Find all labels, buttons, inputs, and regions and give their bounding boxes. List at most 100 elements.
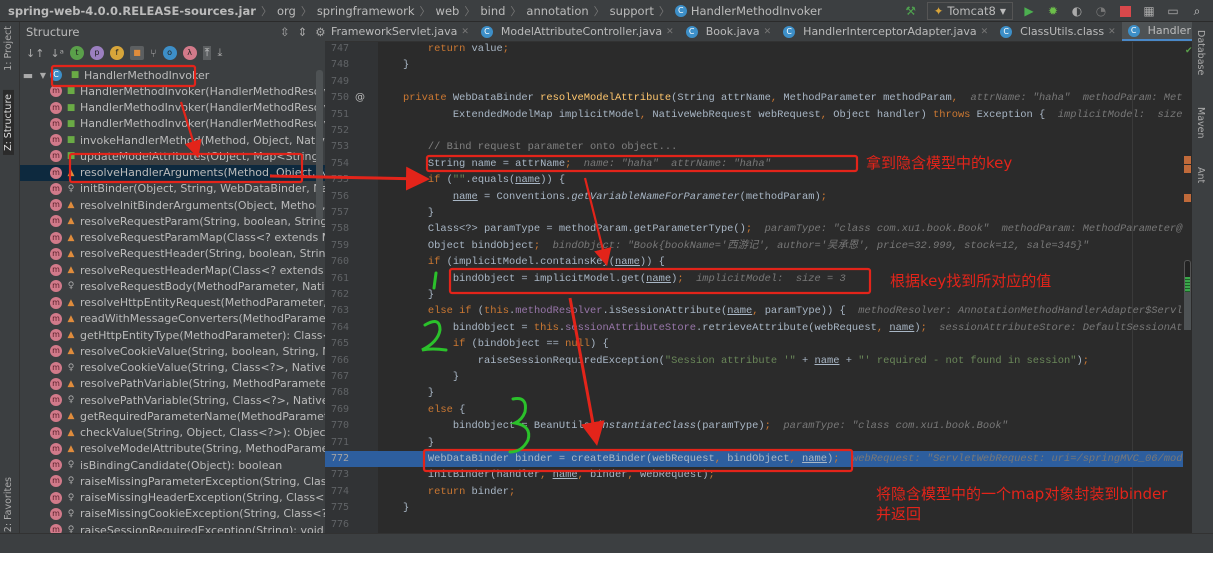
structure-tool-tab[interactable]: Z: Structure	[3, 90, 14, 155]
collapse-all-icon[interactable]: ⇕	[298, 25, 308, 39]
close-icon[interactable]: ✕	[764, 27, 772, 37]
editor-scrollbar[interactable]: ✔	[1183, 42, 1193, 533]
code-line[interactable]: }	[378, 287, 1183, 303]
show-non-public-icon[interactable]: ■	[129, 46, 144, 60]
code-line[interactable]: }	[378, 385, 1183, 401]
coverage-icon[interactable]: ◐	[1069, 3, 1085, 19]
structure-item[interactable]: m ▲ resolveCookieValue(String, boolean, St…	[20, 343, 325, 359]
show-lambda-icon[interactable]: λ	[182, 46, 197, 60]
structure-item[interactable]: m ▲ resolveInitBinderArguments(Object, Met…	[20, 197, 325, 213]
structure-item[interactable]: m ▲ resolveModelAttribute(String, MethodPa…	[20, 441, 325, 457]
code-line[interactable]: String name = attrName; name: "haha" att…	[378, 156, 1183, 172]
structure-item[interactable]: m ▲ resolveRequestHeader(String, boolean, …	[20, 246, 325, 262]
structure-item[interactable]: m ▲ getHttpEntityType(MethodParameter): Cl…	[20, 327, 325, 343]
editor-tab[interactable]: C HandlerInterceptorAdapter.java ✕	[777, 22, 994, 41]
autoscroll-from-source-icon[interactable]: ⤓	[217, 46, 222, 60]
debug-icon[interactable]: ✹	[1045, 3, 1061, 19]
structure-item[interactable]: m ■ HandlerMethodInvoker(HandlerMethodReso…	[20, 100, 325, 116]
code-line[interactable]: initBinder(handler, name, binder, webReq…	[378, 467, 1183, 483]
structure-item[interactable]: m ▲ checkValue(String, Object, Class<?>): …	[20, 425, 325, 441]
chevron-down-icon[interactable]: ▼	[36, 71, 50, 80]
layout-icon[interactable]: ▭	[1165, 3, 1181, 19]
code-line[interactable]: bindObject = implicitModel.get(name); im…	[378, 271, 1183, 287]
structure-item[interactable]: m ▲ resolvePathVariable(String, MethodPara…	[20, 376, 325, 392]
expand-all-icon[interactable]: ⇳	[280, 25, 290, 39]
breadcrumb-bind[interactable]: bind	[480, 4, 505, 18]
code-line[interactable]: name = Conventions.getVariableNameForPar…	[378, 189, 1183, 205]
breadcrumb-annotation[interactable]: annotation	[526, 4, 588, 18]
stop-icon[interactable]	[1117, 3, 1133, 19]
breadcrumb-springframework[interactable]: springframework	[317, 4, 415, 18]
hammer-icon[interactable]: ⚒	[903, 3, 919, 19]
code-line[interactable]: ExtendedModelMap implicitModel, NativeWe…	[378, 107, 1183, 123]
code-line[interactable]	[378, 123, 1183, 139]
breadcrumb-org[interactable]: org	[277, 4, 296, 18]
close-icon[interactable]: ✕	[461, 27, 469, 37]
autoscroll-to-source-icon[interactable]: ⤒	[202, 46, 212, 60]
structure-item[interactable]: m ▲ readWithMessageConverters(MethodParame…	[20, 311, 325, 327]
database-tool-tab[interactable]: Database	[1195, 30, 1206, 75]
sort-by-visibility-icon[interactable]: ↓↑	[26, 47, 44, 60]
breadcrumb-support[interactable]: support	[610, 4, 654, 18]
structure-item[interactable]: m ▲ resolveHandlerArguments(Method, Object…	[20, 164, 325, 181]
breadcrumb-class[interactable]: HandlerMethodInvoker	[691, 4, 822, 18]
code-line[interactable]	[378, 74, 1183, 90]
code-line[interactable]	[378, 517, 1183, 533]
show-inherited-icon[interactable]: t	[69, 46, 84, 60]
close-icon[interactable]: ✕	[666, 27, 674, 37]
profile-icon[interactable]: ◔	[1093, 3, 1109, 19]
show-lambdas-icon[interactable]: ⑂	[150, 47, 157, 60]
structure-scrollbar[interactable]	[316, 70, 323, 220]
code-line[interactable]: return value;	[378, 42, 1183, 57]
show-properties-icon[interactable]: p	[89, 46, 104, 60]
code-line[interactable]: }	[378, 205, 1183, 221]
code-line[interactable]: bindObject = this.sessionAttributeStore.…	[378, 320, 1183, 336]
structure-item[interactable]: m ▲ resolveHttpEntityRequest(MethodParamet…	[20, 295, 325, 311]
maven-tool-tab[interactable]: Maven	[1195, 107, 1206, 139]
structure-item[interactable]: m ♀ raiseMissingParameterException(String,…	[20, 473, 325, 489]
structure-item[interactable]: m ■ HandlerMethodInvoker(HandlerMethodReso…	[20, 116, 325, 132]
run-icon[interactable]: ▶	[1021, 3, 1037, 19]
code-line[interactable]: if ("".equals(name)) {	[378, 172, 1183, 188]
code-line[interactable]: bindObject = BeanUtils.instantiateClass(…	[378, 418, 1183, 434]
show-fields-icon[interactable]: f	[109, 46, 124, 60]
code-line[interactable]: else {	[378, 402, 1183, 418]
structure-item[interactable]: m ♀ raiseMissingCookieException(String, Cl…	[20, 506, 325, 522]
code-line[interactable]: WebDataBinder binder = createBinder(webR…	[378, 451, 1183, 468]
code-line[interactable]: Object bindObject; bindObject: "Book{boo…	[378, 238, 1183, 254]
override-annotation-icon[interactable]: @	[355, 90, 365, 106]
code-line[interactable]: raiseSessionRequiredException("Session a…	[378, 353, 1183, 369]
structure-item[interactable]: m ▲ getRequiredParameterName(MethodParamet…	[20, 408, 325, 424]
structure-item[interactable]: m ▲ resolveRequestParam(String, boolean, S…	[20, 213, 325, 229]
structure-item[interactable]: m ♀ resolveCookieValue(String, Class<?>, N…	[20, 360, 325, 376]
editor-tab[interactable]: C Book.java ✕	[680, 22, 777, 41]
structure-item[interactable]: m ▲ resolveRequestHeaderMap(Class<? extend…	[20, 262, 325, 278]
editor-tab[interactable]: FrameworkServlet.java ✕	[325, 22, 475, 41]
structure-item[interactable]: m ♀ isBindingCandidate(Object): boolean	[20, 457, 325, 473]
structure-item[interactable]: m ♀ raiseMissingHeaderException(String, Cl…	[20, 490, 325, 506]
code-line[interactable]: else if (this.methodResolver.isSessionAt…	[378, 303, 1183, 319]
run-config-dropdown[interactable]: ✦ Tomcat8 ▼	[926, 2, 1013, 20]
breadcrumb-web[interactable]: web	[436, 4, 460, 18]
code-line[interactable]: Class<?> paramType = methodParam.getPara…	[378, 221, 1183, 237]
tree-root[interactable]: ▬ ▼ C ■ HandlerMethodInvoker	[20, 67, 325, 83]
close-icon[interactable]: ✕	[981, 27, 989, 37]
search-icon[interactable]: ⌕	[1189, 3, 1205, 19]
structure-item[interactable]: m ♀ resolveRequestBody(MethodParameter, Na…	[20, 278, 325, 294]
ant-tool-tab[interactable]: Ant	[1195, 167, 1206, 183]
sort-alphabetically-icon[interactable]: ↓ᵃ	[50, 47, 64, 60]
editor-tab[interactable]: C ClassUtils.class ✕	[994, 22, 1122, 41]
structure-item[interactable]: m ♀ resolvePathVariable(String, Class<?>, …	[20, 392, 325, 408]
code-line[interactable]: }	[378, 435, 1183, 451]
close-icon[interactable]: ✕	[1108, 27, 1116, 37]
editor-tab[interactable]: C ModelAttributeController.java ✕	[475, 22, 680, 41]
project-structure-icon[interactable]: ▦	[1141, 3, 1157, 19]
structure-item[interactable]: m ▲ resolveRequestParamMap(Class<? extends…	[20, 230, 325, 246]
breadcrumb-jar[interactable]: spring-web-4.0.0.RELEASE-sources.jar	[8, 4, 256, 18]
code-editor[interactable]: return value; } private WebDataBinder re…	[378, 42, 1183, 533]
structure-item[interactable]: m ■ updateModelAttributes(Object, Map<Stri…	[20, 148, 325, 164]
code-line[interactable]: }	[378, 57, 1183, 73]
structure-item[interactable]: m ♀ initBinder(Object, String, WebDataBind…	[20, 181, 325, 197]
code-line[interactable]: if (bindObject == null) {	[378, 336, 1183, 352]
show-anonymous-icon[interactable]: o	[162, 46, 177, 60]
